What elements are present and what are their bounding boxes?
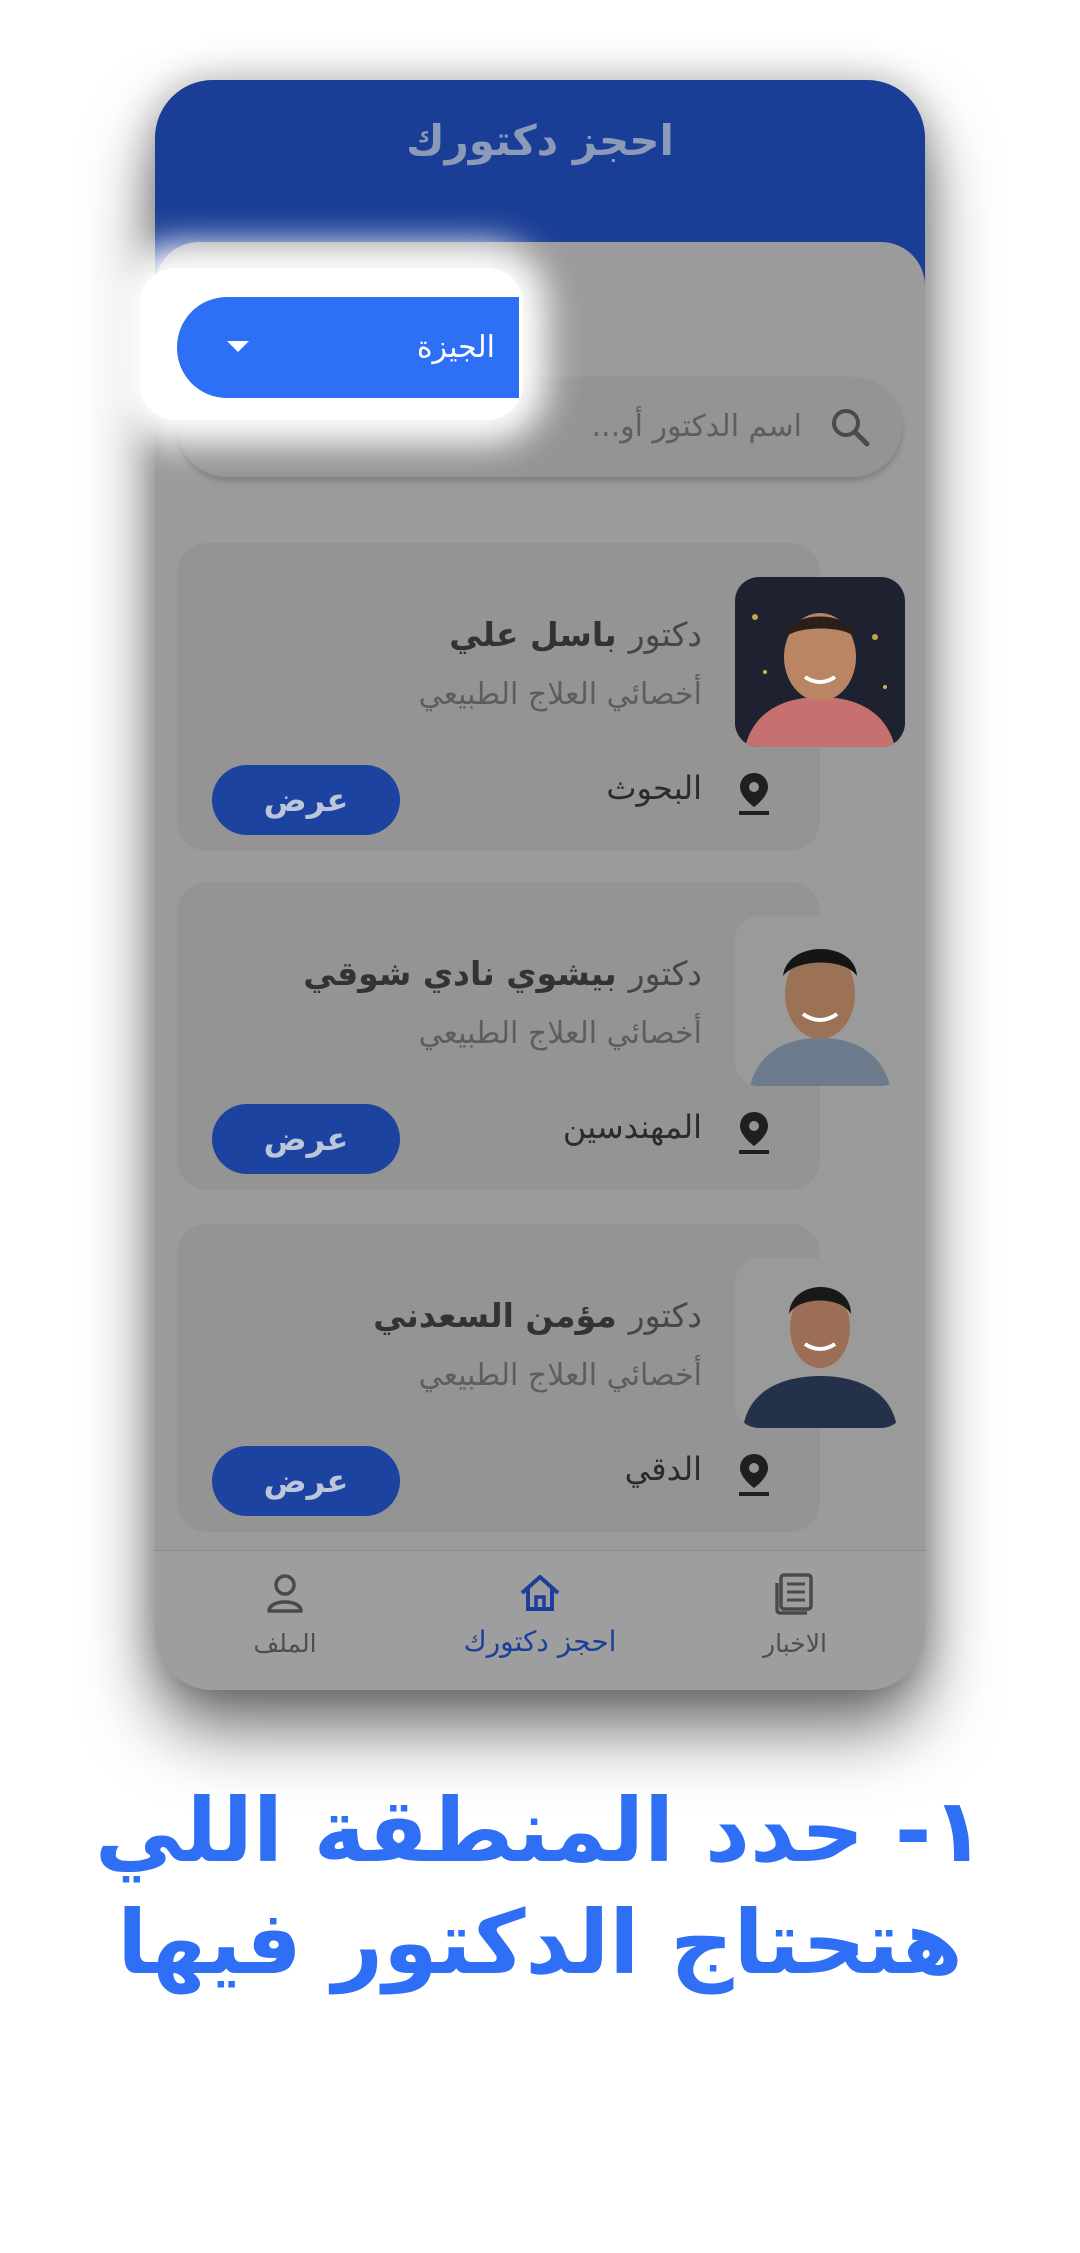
doctor-location: الدقي bbox=[624, 1450, 702, 1488]
doctor-name-text: مؤمن السعدني bbox=[373, 1296, 617, 1335]
doctor-card[interactable]: دكتور باسل علي أخصائي العلاج الطبيعي البح… bbox=[177, 543, 820, 851]
nav-item-profile[interactable]: الملف bbox=[205, 1551, 365, 1690]
doctor-photo bbox=[735, 916, 905, 1086]
view-doctor-button[interactable]: عرض bbox=[212, 1104, 400, 1174]
doctor-name: دكتور باسل علي bbox=[449, 615, 702, 654]
main-content: اسم الدكتور أو... دكتور باسل علي أخصائي ا… bbox=[155, 242, 925, 1690]
doctor-prefix: دكتور bbox=[628, 615, 702, 654]
location-pin-icon bbox=[739, 773, 769, 815]
doctor-location: المهندسين bbox=[562, 1108, 702, 1146]
caret-down-icon bbox=[227, 341, 249, 352]
newspaper-icon bbox=[775, 1573, 813, 1615]
nav-label-profile: الملف bbox=[253, 1629, 317, 1658]
doctor-prefix: دكتور bbox=[628, 1296, 702, 1335]
location-pin-icon bbox=[739, 1112, 769, 1154]
region-selected-value: الجيزة bbox=[416, 330, 495, 365]
doctor-card[interactable]: دكتور بيشوي نادي شوقي أخصائي العلاج الطبي… bbox=[177, 882, 820, 1190]
bottom-navigation: الاخبار احجز دكتورك الملف bbox=[155, 1550, 925, 1690]
view-doctor-button[interactable]: عرض bbox=[212, 765, 400, 835]
region-dropdown[interactable]: الجيزة bbox=[177, 297, 519, 398]
home-icon bbox=[520, 1575, 560, 1611]
doctor-name-text: بيشوي نادي شوقي bbox=[303, 954, 617, 993]
doctor-name: دكتور مؤمن السعدني bbox=[373, 1296, 702, 1335]
caption-line-1: ١- حدد المنطقة اللي bbox=[94, 1779, 986, 1882]
search-icon bbox=[832, 409, 870, 447]
instruction-caption: ١- حدد المنطقة اللي هتحتاج الدكتور فيها bbox=[0, 1775, 1080, 1999]
doctor-specialty: أخصائي العلاج الطبيعي bbox=[418, 1358, 702, 1393]
nav-item-news[interactable]: الاخبار bbox=[715, 1551, 875, 1690]
doctor-photo bbox=[735, 577, 905, 747]
page-title: احجز دكتورك bbox=[406, 116, 674, 165]
nav-label-news: الاخبار bbox=[763, 1629, 827, 1658]
doctor-card[interactable]: دكتورمؤمن السعدني أخصائي العلاج الطبيعي … bbox=[177, 1224, 820, 1532]
search-input[interactable]: اسم الدكتور أو... bbox=[592, 377, 802, 477]
view-doctor-button[interactable]: عرض bbox=[212, 1446, 400, 1516]
nav-item-book-doctor[interactable]: احجز دكتورك bbox=[440, 1551, 640, 1690]
doctor-specialty: أخصائي العلاج الطبيعي bbox=[418, 677, 702, 712]
doctor-name: دكتور بيشوي نادي شوقي bbox=[303, 954, 702, 993]
person-icon bbox=[267, 1574, 303, 1613]
doctor-location: البحوث bbox=[606, 769, 702, 807]
doctor-prefix: دكتور bbox=[628, 954, 702, 993]
doctor-specialty: أخصائي العلاج الطبيعي bbox=[418, 1016, 702, 1051]
location-pin-icon bbox=[739, 1454, 769, 1496]
nav-label-book-doctor: احجز دكتورك bbox=[463, 1625, 617, 1658]
caption-line-2: هتحتاج الدكتور فيها bbox=[117, 1891, 963, 1994]
doctor-photo bbox=[735, 1258, 905, 1428]
doctor-name-text: باسل علي bbox=[449, 615, 617, 654]
